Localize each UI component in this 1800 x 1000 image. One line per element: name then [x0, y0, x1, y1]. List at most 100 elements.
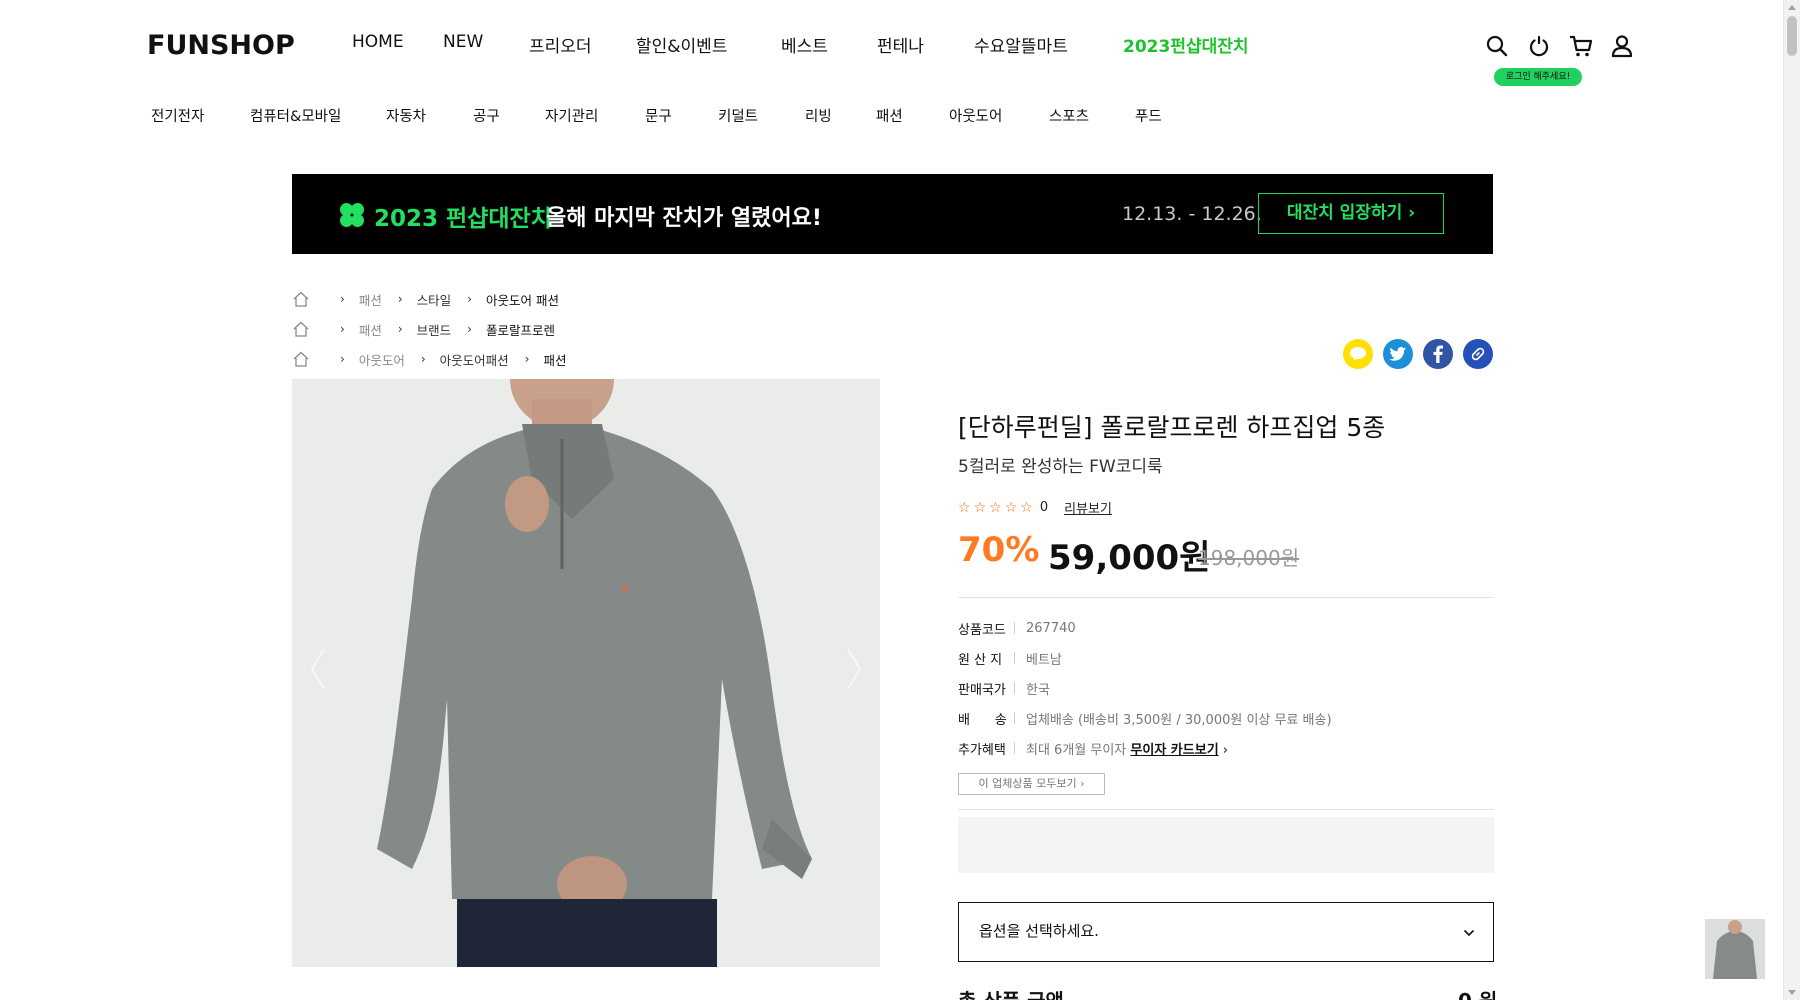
- category-electronics[interactable]: 전기전자: [151, 105, 204, 126]
- breadcrumb-level-1[interactable]: 패션: [359, 290, 382, 309]
- user-icon[interactable]: [1610, 34, 1634, 58]
- nav-best[interactable]: 베스트: [781, 32, 828, 57]
- funshop-logo[interactable]: FUNSHOP: [147, 30, 295, 61]
- category-computer-mobile[interactable]: 컴퓨터&모바일: [250, 105, 341, 126]
- kakao-talk-icon[interactable]: [1343, 339, 1373, 369]
- chevron-right-icon: ›: [1222, 742, 1228, 758]
- nav-new[interactable]: NEW: [443, 32, 483, 52]
- chevron-right-icon: ›: [467, 322, 472, 336]
- facebook-icon[interactable]: [1423, 339, 1453, 369]
- info-value: 267740: [1026, 620, 1076, 636]
- breadcrumb-level-2[interactable]: 스타일: [417, 290, 452, 309]
- breadcrumb-level-3[interactable]: 아웃도어 패션: [486, 290, 559, 309]
- vendor-products-button[interactable]: 이 업체상품 모두보기 ›: [958, 773, 1105, 795]
- category-sports[interactable]: 스포츠: [1049, 105, 1089, 126]
- breadcrumb: › 패션 › 브랜드 › 폴로랄프로렌: [292, 319, 555, 339]
- info-value: 업체배송 (배송비 3,500원 / 30,000원 이상 무료 배송): [1026, 712, 1332, 728]
- power-icon[interactable]: [1527, 34, 1551, 58]
- notice-box: [958, 817, 1494, 873]
- category-living[interactable]: 리빙: [805, 105, 832, 126]
- chevron-down-icon: [1463, 929, 1475, 937]
- chevron-right-icon: ›: [340, 322, 345, 336]
- product-image[interactable]: [292, 379, 880, 967]
- login-tooltip[interactable]: 로그인 해주세요!: [1494, 68, 1582, 86]
- info-value: 최대 6개월 무이자: [1026, 742, 1127, 758]
- banner-title: 2023 펀샵대잔치: [374, 206, 552, 232]
- breadcrumb-level-2[interactable]: 아웃도어패션: [440, 350, 509, 369]
- breadcrumb-level-1[interactable]: 패션: [359, 320, 382, 339]
- interest-free-card-link[interactable]: 무이자 카드보기: [1130, 743, 1218, 758]
- category-stationery[interactable]: 문구: [645, 105, 672, 126]
- category-kidult[interactable]: 키덜트: [718, 105, 758, 126]
- option-placeholder: 옵션을 선택하세요.: [979, 922, 1099, 940]
- nav-sale-event[interactable]: 할인&이벤트: [636, 32, 727, 57]
- breadcrumb-level-2[interactable]: 브랜드: [417, 320, 452, 339]
- total-value: 0 원: [1458, 985, 1497, 1000]
- category-car[interactable]: 자동차: [386, 105, 426, 126]
- cart-icon[interactable]: [1568, 34, 1594, 58]
- category-tools[interactable]: 공구: [473, 105, 500, 126]
- link-icon[interactable]: [1463, 339, 1493, 369]
- rating-count: 0: [1039, 500, 1049, 515]
- star-icon: ☆: [1020, 499, 1033, 516]
- info-label: 상품코드: [958, 622, 1006, 638]
- banner-text: 올해 마지막 잔치가 열렸어요!: [546, 206, 822, 231]
- option-select[interactable]: 옵션을 선택하세요.: [958, 902, 1494, 962]
- chevron-right-icon: ›: [524, 352, 530, 366]
- home-icon[interactable]: [292, 350, 310, 368]
- info-label: 배 송: [958, 712, 1007, 728]
- home-icon[interactable]: [292, 290, 310, 308]
- chevron-right-icon: ›: [397, 322, 403, 336]
- info-label: 추가혜택: [958, 742, 1006, 758]
- nav-home[interactable]: HOME: [352, 32, 404, 52]
- star-icon: ☆: [989, 499, 1002, 516]
- total-label: 총 상품 금액: [958, 985, 1064, 1000]
- category-fashion[interactable]: 패션: [876, 105, 903, 126]
- nav-funtena[interactable]: 펀테나: [877, 32, 924, 57]
- info-value: 한국: [1026, 682, 1050, 698]
- product-subtitle: 5컬러로 완성하는 FW코디룩: [958, 457, 1163, 477]
- category-self-care[interactable]: 자기관리: [545, 105, 598, 126]
- star-icon: ☆: [1004, 499, 1018, 516]
- home-icon[interactable]: [292, 320, 310, 338]
- sale-price: 59,000원: [1048, 538, 1211, 578]
- chevron-right-icon: ›: [420, 352, 426, 366]
- chevron-right-icon: ›: [397, 292, 403, 306]
- twitter-icon[interactable]: [1383, 339, 1413, 369]
- review-link[interactable]: 리뷰보기: [1064, 498, 1112, 517]
- star-icon: ☆: [973, 499, 987, 516]
- star-icon: ☆: [958, 499, 971, 516]
- breadcrumb: › 패션 › 스타일 › 아웃도어 패션: [292, 289, 559, 309]
- chevron-right-icon: ›: [340, 352, 345, 366]
- chevron-right-icon: ›: [467, 292, 472, 306]
- nav-2023-festival[interactable]: 2023펀샵대잔치: [1123, 32, 1249, 57]
- info-value: 베트남: [1026, 652, 1062, 668]
- clover-icon: [340, 203, 364, 227]
- search-icon[interactable]: [1485, 34, 1509, 58]
- category-outdoor[interactable]: 아웃도어: [949, 105, 1002, 126]
- product-photo-model: [292, 379, 880, 967]
- recent-product-thumbnail[interactable]: [1705, 919, 1765, 979]
- info-benefit: 추가혜택 최대 6개월 무이자 무이자 카드보기 ›: [958, 739, 1228, 758]
- info-shipping: 배 송 업체배송 (배송비 3,500원 / 30,000원 이상 무료 배송): [958, 709, 1332, 728]
- info-origin: 원 산 지 베트남: [958, 649, 1062, 668]
- info-label: 원 산 지: [958, 652, 1003, 668]
- product-title: [단하루펀딜] 폴로랄프로렌 하프집업 5종: [958, 413, 1386, 442]
- scrollbar-thumb[interactable]: [1787, 16, 1797, 56]
- breadcrumb-level-1[interactable]: 아웃도어: [359, 350, 405, 369]
- enter-festival-button[interactable]: 대잔치 입장하기 ›: [1258, 193, 1444, 234]
- rating: ☆ ☆ ☆ ☆ ☆ 0 리뷰보기: [958, 498, 1112, 518]
- category-food[interactable]: 푸드: [1135, 105, 1162, 126]
- festival-banner[interactable]: 2023 펀샵대잔치 올해 마지막 잔치가 열렸어요! 12.13. - 12.…: [292, 174, 1493, 254]
- info-sale-country: 판매국가 한국: [958, 679, 1050, 698]
- nav-preorder[interactable]: 프리오더: [529, 32, 592, 57]
- breadcrumb-level-3[interactable]: 패션: [543, 350, 566, 369]
- breadcrumb: › 아웃도어 › 아웃도어패션 › 패션: [292, 349, 566, 369]
- divider: [958, 597, 1494, 598]
- divider: [958, 809, 1494, 810]
- page-scrollbar[interactable]: [1783, 0, 1800, 1000]
- info-label: 판매국가: [958, 682, 1006, 698]
- breadcrumb-level-3[interactable]: 폴로랄프로렌: [486, 320, 555, 339]
- nav-wednesday-mart[interactable]: 수요알뜰마트: [974, 32, 1068, 57]
- original-price: 198,000원: [1198, 546, 1300, 570]
